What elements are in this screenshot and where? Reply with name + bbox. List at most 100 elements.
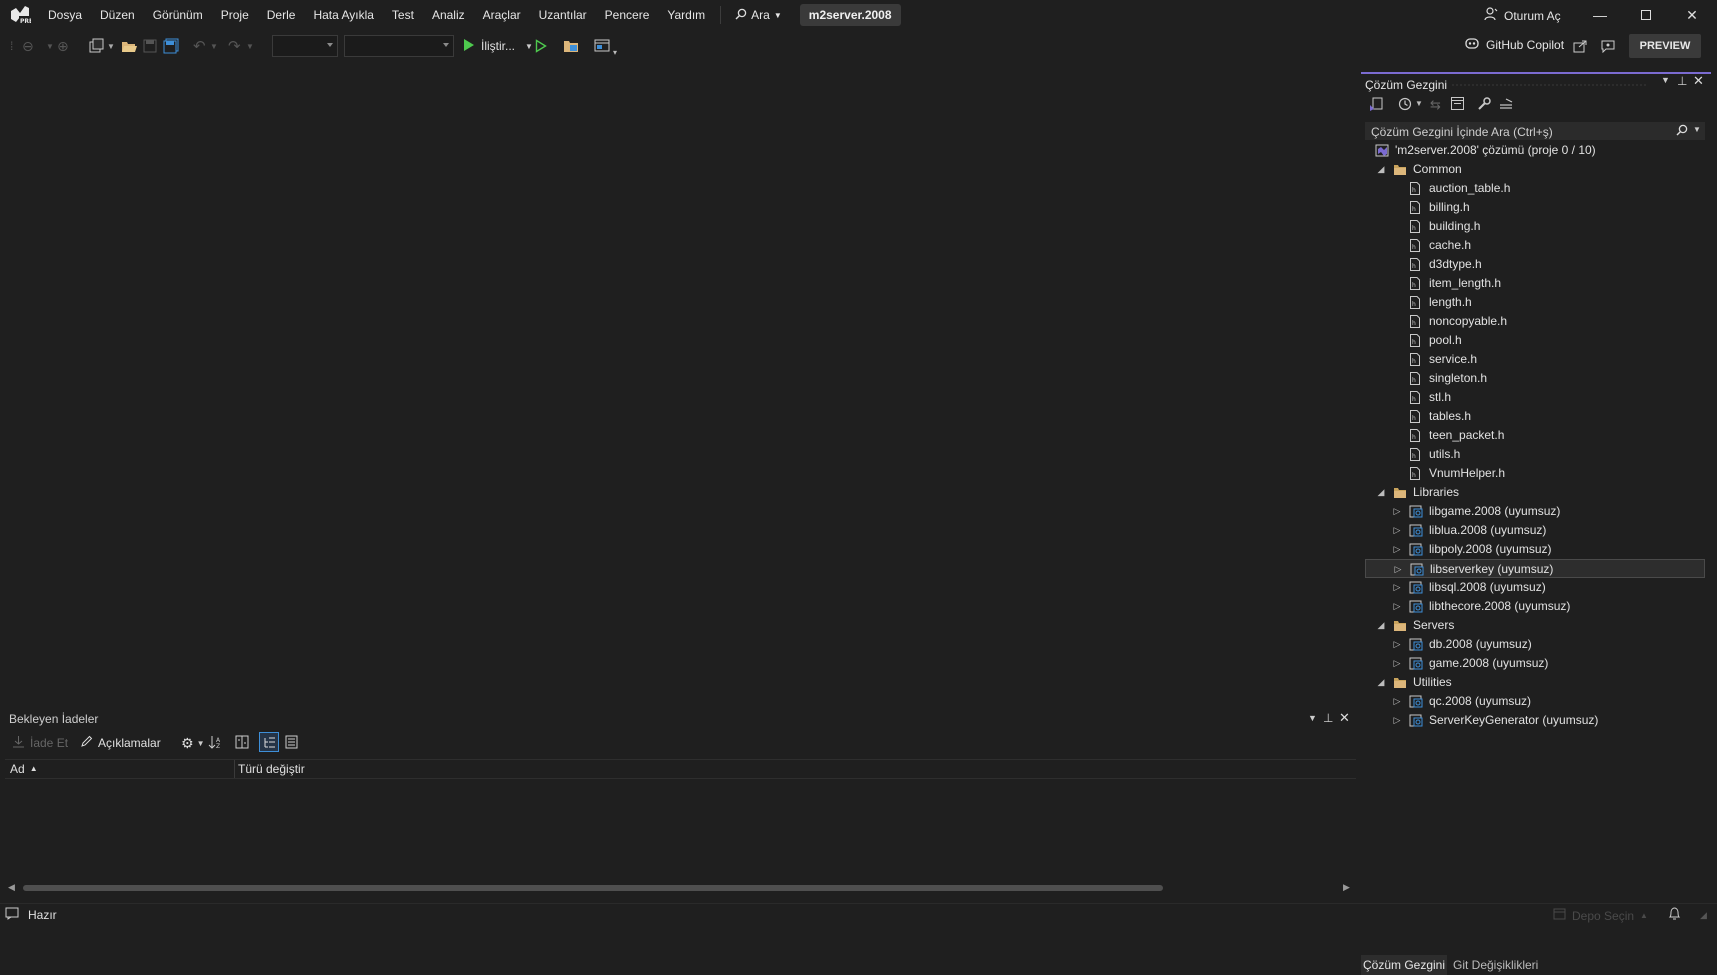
tree-item[interactable]: ▷ game.2008 (uyumsuz)	[1365, 654, 1705, 673]
tree-item[interactable]: h pool.h	[1365, 331, 1705, 350]
menu-item-0[interactable]: Dosya	[39, 0, 91, 30]
menu-item-4[interactable]: Derle	[258, 0, 305, 30]
solution-platforms-dropdown[interactable]	[344, 35, 454, 57]
collapsed-arrow-icon[interactable]: ▷	[1391, 502, 1403, 521]
tab-git-changes[interactable]: Git Değişiklikleri	[1453, 955, 1538, 975]
tree-item[interactable]: ▷ libpoly.2008 (uyumsuz)	[1365, 540, 1705, 559]
tree-item[interactable]: h stl.h	[1365, 388, 1705, 407]
search-button[interactable]: Ara ▼	[727, 8, 790, 23]
browse-folder-icon[interactable]	[563, 36, 579, 56]
tree-item[interactable]: 'm2server.2008' çözümü (proje 0 / 10)	[1365, 141, 1705, 160]
save-icon[interactable]	[143, 36, 157, 56]
tree-item[interactable]: ▷ qc.2008 (uyumsuz)	[1365, 692, 1705, 711]
preview-button[interactable]: PREVIEW	[1629, 34, 1701, 58]
tree-item[interactable]: ◢ Servers	[1365, 616, 1705, 635]
check-in-button[interactable]: İade Et	[12, 735, 68, 751]
comments-button[interactable]: Açıklamalar	[80, 735, 161, 751]
visual-studio-logo-icon[interactable]: PRE	[9, 5, 33, 25]
expanded-arrow-icon[interactable]: ◢	[1375, 483, 1387, 502]
collapsed-arrow-icon[interactable]: ▷	[1392, 560, 1404, 579]
tree-item[interactable]: ▷ db.2008 (uyumsuz)	[1365, 635, 1705, 654]
tab-solution-explorer[interactable]: Çözüm Gezgini	[1361, 955, 1447, 975]
menu-item-1[interactable]: Düzen	[91, 0, 144, 30]
tree-item[interactable]: h tables.h	[1365, 407, 1705, 426]
collapsed-arrow-icon[interactable]: ▷	[1391, 540, 1403, 559]
menu-item-5[interactable]: Hata Ayıkla	[304, 0, 382, 30]
attach-button[interactable]: İliştir... ▼	[463, 36, 533, 56]
sign-in-button[interactable]: Oturum Aç	[1484, 7, 1561, 24]
tree-item[interactable]: ▷ libserverkey (uyumsuz)	[1365, 559, 1705, 578]
sync-icon[interactable]: ⇆	[1430, 97, 1441, 113]
history-icon[interactable]	[1398, 97, 1412, 114]
scroll-right-icon[interactable]: ▶	[1343, 882, 1350, 893]
minimize-button[interactable]: —	[1577, 0, 1623, 30]
tree-item[interactable]: ◢ Libraries	[1365, 483, 1705, 502]
toolbar-overflow-icon[interactable]: ▾	[613, 42, 617, 62]
scroll-left-icon[interactable]: ◀	[8, 882, 15, 893]
undo-dropdown-icon[interactable]: ▼	[210, 36, 218, 56]
expanded-arrow-icon[interactable]: ◢	[1375, 673, 1387, 692]
tree-item[interactable]: ▷ libgame.2008 (uyumsuz)	[1365, 502, 1705, 521]
new-project-icon[interactable]	[88, 36, 104, 56]
collapsed-arrow-icon[interactable]: ▷	[1391, 597, 1403, 616]
tree-item[interactable]: ◢ Utilities	[1365, 673, 1705, 692]
redo-dropdown-icon[interactable]: ▼	[246, 36, 254, 56]
sort-icon[interactable]: AZ	[208, 735, 222, 752]
horizontal-scrollbar[interactable]: ◀ ▶	[5, 880, 1356, 896]
window-layout-icon[interactable]	[594, 36, 610, 56]
collapsed-arrow-icon[interactable]: ▷	[1391, 711, 1403, 730]
menu-item-10[interactable]: Pencere	[596, 0, 659, 30]
pin-icon[interactable]: ⊥	[1677, 74, 1687, 88]
redo-icon[interactable]: ↷	[228, 36, 241, 56]
tree-item[interactable]: h utils.h	[1365, 445, 1705, 464]
resize-grip-icon[interactable]: ◢	[1700, 910, 1707, 921]
tree-item[interactable]: h teen_packet.h	[1365, 426, 1705, 445]
menu-item-8[interactable]: Araçlar	[474, 0, 530, 30]
column-divider[interactable]	[234, 760, 235, 778]
tree-item[interactable]: ▷ libsql.2008 (uyumsuz)	[1365, 578, 1705, 597]
tree-item[interactable]: h service.h	[1365, 350, 1705, 369]
menu-item-7[interactable]: Analiz	[423, 0, 474, 30]
select-repository-button[interactable]: Depo Seçin ▲	[1553, 908, 1648, 923]
tree-item[interactable]: h noncopyable.h	[1365, 312, 1705, 331]
feedback-icon[interactable]	[1600, 36, 1616, 56]
notifications-bell-icon[interactable]	[1668, 907, 1681, 924]
compare-icon[interactable]	[235, 735, 249, 752]
tree-item[interactable]: h item_length.h	[1365, 274, 1705, 293]
switch-views-icon[interactable]	[1369, 96, 1385, 115]
column-header-change-type[interactable]: Türü değiştir	[238, 760, 305, 778]
column-header-name[interactable]: Ad ▲	[10, 760, 38, 778]
new-project-dropdown-icon[interactable]: ▼	[107, 36, 115, 56]
back-icon[interactable]: ⊖	[22, 36, 34, 56]
collapsed-arrow-icon[interactable]: ▷	[1391, 635, 1403, 654]
expanded-arrow-icon[interactable]: ◢	[1375, 160, 1387, 179]
menu-item-9[interactable]: Uzantılar	[530, 0, 596, 30]
github-copilot-button[interactable]: GitHub Copilot	[1464, 36, 1564, 53]
menu-item-3[interactable]: Proje	[212, 0, 258, 30]
open-folder-icon[interactable]	[121, 36, 137, 56]
expanded-arrow-icon[interactable]: ◢	[1375, 616, 1387, 635]
collapsed-arrow-icon[interactable]: ▷	[1391, 578, 1403, 597]
tree-item[interactable]: h singleton.h	[1365, 369, 1705, 388]
collapsed-arrow-icon[interactable]: ▷	[1391, 692, 1403, 711]
back-dropdown-icon[interactable]: ▼	[46, 36, 54, 56]
menu-item-6[interactable]: Test	[383, 0, 423, 30]
history-dropdown-icon[interactable]: ▼	[1415, 99, 1423, 108]
settings-button[interactable]: ⚙ ▼	[181, 735, 204, 752]
panel-options-icon[interactable]: ▼	[1308, 713, 1317, 723]
collapsed-arrow-icon[interactable]: ▷	[1391, 521, 1403, 540]
collapse-all-icon[interactable]	[1450, 96, 1465, 114]
solution-configurations-dropdown[interactable]	[272, 35, 338, 57]
tree-item[interactable]: h building.h	[1365, 217, 1705, 236]
properties-wrench-icon[interactable]	[1477, 96, 1492, 114]
maximize-button[interactable]	[1623, 0, 1669, 30]
solution-explorer-search-input[interactable]: Çözüm Gezgini İçinde Ara (Ctrl+ş)	[1365, 122, 1705, 140]
panel-options-icon[interactable]: ▼	[1661, 75, 1670, 85]
forward-icon[interactable]: ⊕	[57, 36, 69, 56]
share-icon[interactable]	[1573, 36, 1589, 56]
tree-item[interactable]: h VnumHelper.h	[1365, 464, 1705, 483]
search-options-dropdown-icon[interactable]: ▼	[1693, 125, 1701, 134]
tree-item[interactable]: ▷ libthecore.2008 (uyumsuz)	[1365, 597, 1705, 616]
collapsed-arrow-icon[interactable]: ▷	[1391, 654, 1403, 673]
tree-item[interactable]: ▷ ServerKeyGenerator (uyumsuz)	[1365, 711, 1705, 730]
